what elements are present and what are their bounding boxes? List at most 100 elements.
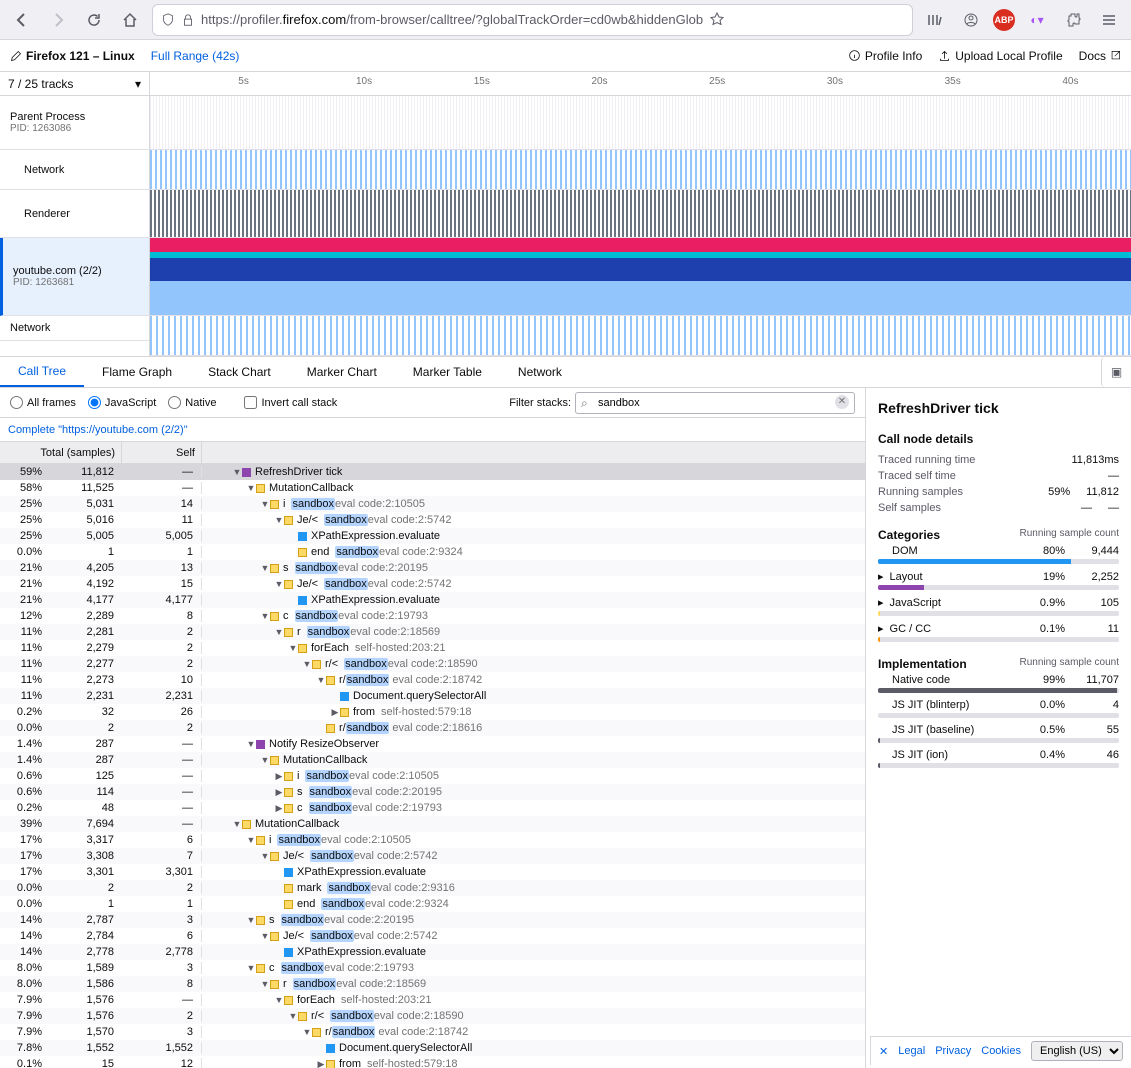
tree-row[interactable]: 21%4,1774,177XPathExpression.evaluate	[0, 592, 865, 608]
track-label[interactable]: Renderer	[0, 190, 149, 238]
tree-row[interactable]: 11%2,2772▼r/<sandbox eval code:2:18590	[0, 656, 865, 672]
back-button[interactable]	[8, 6, 36, 34]
tree-row[interactable]: 11%2,2312,231Document.querySelectorAll	[0, 688, 865, 704]
twisty-icon[interactable]: ▼	[288, 643, 298, 653]
native-radio[interactable]: Native	[168, 396, 216, 409]
tree-row[interactable]: 0.0%22marksandbox eval code:2:9316	[0, 880, 865, 896]
tree-row[interactable]: 7.8%1,5521,552Document.querySelectorAll	[0, 1040, 865, 1056]
tree-row[interactable]: 17%3,3013,301XPathExpression.evaluate	[0, 864, 865, 880]
track-timeline[interactable]	[150, 238, 1131, 316]
category-row[interactable]: ▸JavaScript0.9%105	[878, 593, 1119, 619]
tree-row[interactable]: 8.0%1,5868▼rsandbox eval code:2:18569	[0, 976, 865, 992]
category-row[interactable]: ▸Layout19%2,252	[878, 567, 1119, 593]
tree-row[interactable]: 14%2,7846▼Je/<sandbox eval code:2:5742	[0, 928, 865, 944]
track-timeline[interactable]	[150, 150, 1131, 190]
expand-icon[interactable]: ▸	[878, 596, 884, 609]
tree-row[interactable]: 0.0%11endsandbox eval code:2:9324	[0, 544, 865, 560]
track-timeline[interactable]	[150, 316, 1131, 356]
docs-link[interactable]: Docs	[1079, 49, 1121, 63]
twisty-icon[interactable]: ▼	[246, 835, 256, 845]
invert-checkbox[interactable]: Invert call stack	[244, 396, 337, 409]
account-icon[interactable]	[957, 6, 985, 34]
tree-row[interactable]: 0.0%11endsandbox eval code:2:9324	[0, 896, 865, 912]
tree-row[interactable]: 0.6%125—▶isandbox eval code:2:10505	[0, 768, 865, 784]
twisty-icon[interactable]: ▼	[260, 499, 270, 509]
twisty-icon[interactable]: ▶	[330, 707, 340, 718]
tree-row[interactable]: 17%3,3176▼isandbox eval code:2:10505	[0, 832, 865, 848]
tree-row[interactable]: 11%2,2812▼rsandbox eval code:2:18569	[0, 624, 865, 640]
expand-icon[interactable]: ▸	[878, 570, 884, 583]
tree-row[interactable]: 25%5,03114▼isandbox eval code:2:10505	[0, 496, 865, 512]
twisty-icon[interactable]: ▼	[316, 675, 326, 685]
cookies-link[interactable]: Cookies	[981, 1045, 1021, 1057]
tree-row[interactable]: 58%11,525—▼MutationCallback	[0, 480, 865, 496]
twisty-icon[interactable]: ▼	[260, 563, 270, 573]
track-label[interactable]: youtube.com (2/2)PID: 1263681	[0, 238, 149, 316]
twisty-icon[interactable]: ▼	[246, 915, 256, 925]
tree-row[interactable]: 7.9%1,576—▼forEachself-hosted:203:21	[0, 992, 865, 1008]
tree-row[interactable]: 0.2%3226▶fromself-hosted:579:18	[0, 704, 865, 720]
all-frames-radio[interactable]: All frames	[10, 396, 76, 409]
legal-link[interactable]: Legal	[898, 1045, 925, 1057]
tab-call-tree[interactable]: Call Tree	[0, 357, 84, 387]
track-timeline[interactable]	[150, 96, 1131, 150]
tree-row[interactable]: 25%5,01611▼Je/<sandbox eval code:2:5742	[0, 512, 865, 528]
tab-marker-chart[interactable]: Marker Chart	[289, 357, 395, 387]
star-icon[interactable]	[709, 12, 725, 28]
tree-row[interactable]: 7.9%1,5762▼r/<sandbox eval code:2:18590	[0, 1008, 865, 1024]
tree-row[interactable]: 11%2,2792▼forEachself-hosted:203:21	[0, 640, 865, 656]
filter-input[interactable]	[575, 392, 855, 414]
twisty-icon[interactable]: ▼	[274, 579, 284, 589]
tree-body[interactable]: 59%11,812—▼RefreshDriver tick58%11,525—▼…	[0, 464, 865, 1068]
language-select[interactable]: English (US)	[1031, 1041, 1123, 1061]
col-total[interactable]: Total (samples)	[0, 442, 122, 463]
extensions-icon[interactable]	[1059, 6, 1087, 34]
twisty-icon[interactable]: ▼	[232, 819, 242, 829]
javascript-radio[interactable]: JavaScript	[88, 396, 156, 409]
full-range-link[interactable]: Full Range (42s)	[151, 49, 240, 63]
category-row[interactable]: ▸GC / CC0.1%11	[878, 619, 1119, 645]
menu-icon[interactable]	[1095, 6, 1123, 34]
twisty-icon[interactable]: ▼	[260, 611, 270, 621]
tree-row[interactable]: 0.0%22r/sandbox eval code:2:18616	[0, 720, 865, 736]
profiler-icon[interactable]: ◐▾	[1023, 6, 1051, 34]
tree-row[interactable]: 11%2,27310▼r/sandbox eval code:2:18742	[0, 672, 865, 688]
thread-crumb[interactable]: Complete "https://youtube.com (2/2)"	[0, 418, 865, 442]
twisty-icon[interactable]: ▶	[274, 787, 284, 798]
library-icon[interactable]	[921, 6, 949, 34]
twisty-icon[interactable]: ▼	[246, 963, 256, 973]
track-label[interactable]: Network	[0, 316, 149, 341]
tree-row[interactable]: 1.4%287—▼Notify ResizeObserver	[0, 736, 865, 752]
tree-row[interactable]: 0.1%1512▶fromself-hosted:579:18	[0, 1056, 865, 1068]
tree-row[interactable]: 14%2,7873▼ssandbox eval code:2:20195	[0, 912, 865, 928]
tab-network[interactable]: Network	[500, 357, 580, 387]
track-timeline[interactable]	[150, 190, 1131, 238]
col-self[interactable]: Self	[122, 442, 202, 463]
forward-button[interactable]	[44, 6, 72, 34]
tree-row[interactable]: 21%4,19215▼Je/<sandbox eval code:2:5742	[0, 576, 865, 592]
clear-filter-icon[interactable]: ✕	[835, 395, 849, 409]
sidebar-toggle[interactable]: ▣	[1101, 357, 1131, 387]
tracks-dropdown[interactable]: 7 / 25 tracks▾	[0, 72, 150, 95]
tree-row[interactable]: 21%4,20513▼ssandbox eval code:2:20195	[0, 560, 865, 576]
twisty-icon[interactable]: ▼	[260, 979, 270, 989]
footer-close[interactable]: ✕	[879, 1045, 888, 1058]
upload-button[interactable]: Upload Local Profile	[938, 49, 1062, 63]
tree-row[interactable]: 12%2,2898▼csandbox eval code:2:19793	[0, 608, 865, 624]
twisty-icon[interactable]: ▼	[260, 755, 270, 765]
tab-stack-chart[interactable]: Stack Chart	[190, 357, 289, 387]
twisty-icon[interactable]: ▶	[316, 1059, 326, 1068]
home-button[interactable]	[116, 6, 144, 34]
twisty-icon[interactable]: ▼	[288, 1011, 298, 1021]
tree-row[interactable]: 8.0%1,5893▼csandbox eval code:2:19793	[0, 960, 865, 976]
pencil-icon[interactable]	[10, 50, 22, 62]
twisty-icon[interactable]: ▶	[274, 771, 284, 782]
tree-row[interactable]: 7.9%1,5703▼r/sandbox eval code:2:18742	[0, 1024, 865, 1040]
tree-row[interactable]: 14%2,7782,778XPathExpression.evaluate	[0, 944, 865, 960]
tree-row[interactable]: 0.2%48—▶csandbox eval code:2:19793	[0, 800, 865, 816]
twisty-icon[interactable]: ▼	[274, 627, 284, 637]
track-label[interactable]: Network	[0, 150, 149, 190]
url-bar[interactable]: https://profiler.firefox.com/from-browse…	[152, 4, 913, 36]
tree-row[interactable]: 1.4%287—▼MutationCallback	[0, 752, 865, 768]
tree-row[interactable]: 25%5,0055,005XPathExpression.evaluate	[0, 528, 865, 544]
